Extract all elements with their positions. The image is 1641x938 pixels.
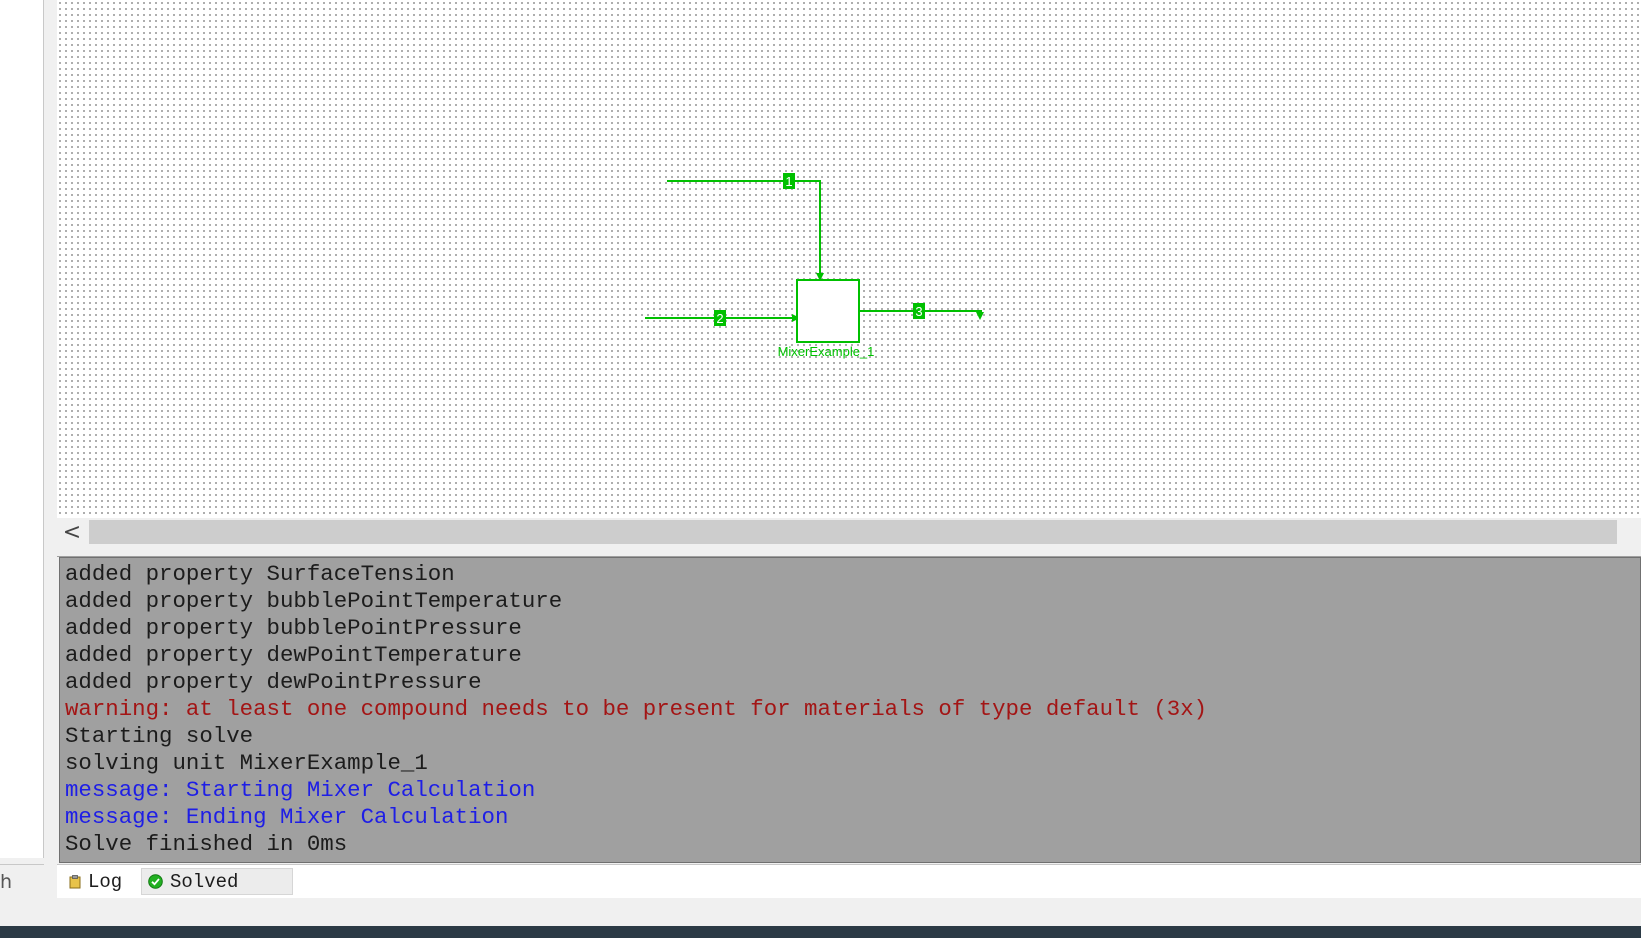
pane-divider[interactable] — [57, 546, 1641, 557]
stream-3-arrowhead — [976, 312, 984, 320]
log-line: added property bubblePointTemperature — [65, 588, 563, 614]
tab-solved[interactable]: Solved — [141, 868, 293, 895]
log-line: added property SurfaceTension — [65, 561, 455, 587]
left-panel-clipped-text: h — [0, 871, 13, 893]
log-line: message: Starting Mixer Calculation — [65, 777, 536, 803]
log-line: added property bubblePointPressure — [65, 615, 522, 641]
tab-log[interactable]: Log — [63, 868, 141, 895]
taskbar — [0, 926, 1641, 938]
clipboard-icon — [69, 874, 81, 889]
left-panel — [0, 0, 45, 858]
stream-1[interactable]: 1 — [667, 173, 824, 281]
stream-2[interactable]: 2 — [645, 310, 800, 326]
stream-3[interactable]: 3 — [859, 303, 984, 320]
tab-solved-label: Solved — [170, 870, 239, 893]
check-circle-icon — [148, 874, 163, 889]
stream-1-line — [667, 180, 821, 279]
log-line: Starting solve — [65, 723, 254, 749]
log-line: Solve finished in 0ms — [65, 831, 348, 857]
log-line: warning: at least one compound needs to … — [65, 696, 1208, 722]
log-lines: added property SurfaceTension added prope… — [65, 561, 1640, 858]
scroll-left-button[interactable]: < — [57, 518, 87, 546]
log-line: message: Ending Mixer Calculation — [65, 804, 509, 830]
scrollbar-thumb[interactable] — [89, 520, 1617, 544]
bottom-tab-bar: Log Solved — [57, 864, 1641, 900]
horizontal-scrollbar[interactable]: < — [57, 518, 1641, 546]
stream-1-label: 1 — [785, 174, 792, 189]
stream-3-label: 3 — [915, 304, 922, 319]
log-line: solving unit MixerExample_1 — [65, 750, 428, 776]
mixer-unit-label: MixerExample_1 — [778, 344, 875, 359]
vertical-splitter[interactable] — [44, 0, 57, 898]
flowsheet-canvas[interactable]: 1 2 MixerExample_1 3 — [57, 0, 1641, 518]
flowsheet-diagram: 1 2 MixerExample_1 3 — [645, 173, 984, 359]
tab-log-label: Log — [88, 870, 123, 893]
stream-2-label: 2 — [716, 311, 723, 326]
status-bar — [0, 898, 1641, 926]
log-line: added property dewPointTemperature — [65, 642, 522, 668]
log-line: added property dewPointPressure — [65, 669, 482, 695]
left-panel-content — [0, 0, 44, 858]
chevron-left-icon: < — [62, 519, 82, 545]
log-output[interactable]: added property SurfaceTension added prope… — [59, 557, 1641, 863]
mixer-unit-box — [796, 279, 860, 343]
